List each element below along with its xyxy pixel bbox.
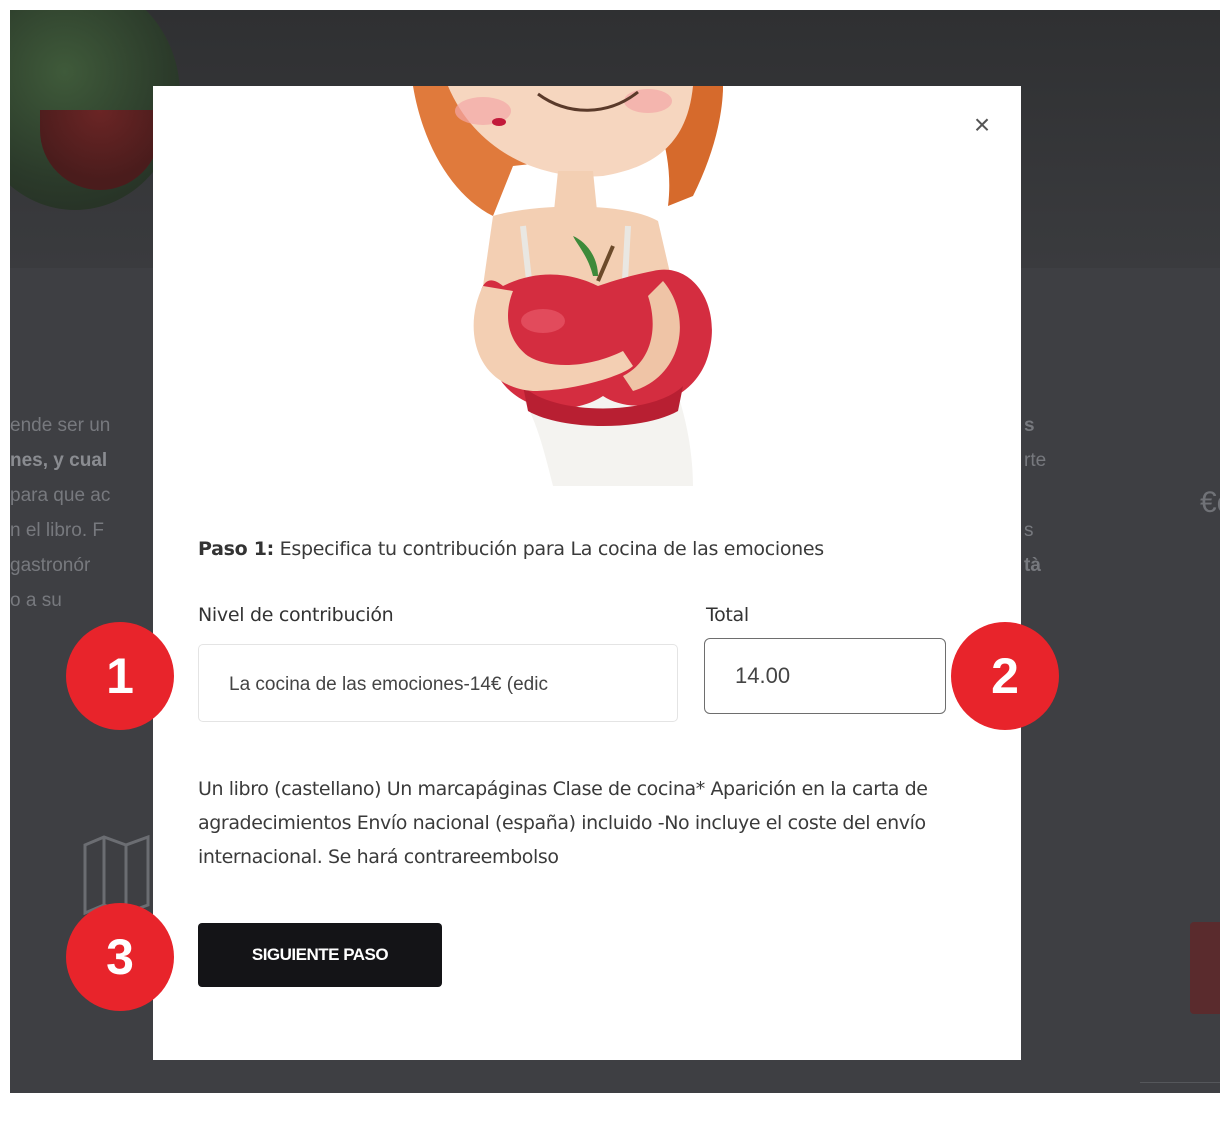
bg-line: s <box>1024 520 1034 541</box>
bg-line: nes, y cual <box>10 450 108 471</box>
contribution-level-select[interactable]: La cocina de las emociones-14€ (edic <box>198 644 678 722</box>
background-red-button <box>1190 922 1220 1014</box>
bg-line: para que ac <box>10 485 111 506</box>
annotation-badge-2: 2 <box>951 622 1059 730</box>
contribution-level-label: Nivel de contribución <box>198 604 394 626</box>
reward-description: Un libro (castellano) Un marcapáginas Cl… <box>198 778 928 868</box>
background-price: €c <box>1200 486 1220 519</box>
bg-line: rte <box>1024 450 1047 471</box>
step-text: Especifica tu contribución para <box>273 538 571 560</box>
total-amount-input[interactable] <box>704 638 946 714</box>
bg-line: s <box>1024 415 1035 436</box>
step-label: Paso 1: <box>198 538 274 560</box>
total-label: Total <box>706 604 749 626</box>
close-icon[interactable]: × <box>967 110 997 140</box>
background-text-left: ende ser un nes, y cual para que ac n el… <box>10 408 160 618</box>
girl-with-apple-illustration <box>413 86 723 486</box>
annotation-badge-3: 3 <box>66 903 174 1011</box>
contribution-modal: × Paso 1: Especifica tu contribución par… <box>153 86 1021 1060</box>
bg-line: gastronór <box>10 555 91 576</box>
bg-line: o a su <box>10 590 62 611</box>
background-text-right: s rte s tà <box>1024 408 1046 583</box>
divider <box>1140 1082 1220 1083</box>
bg-line: ende ser un <box>10 415 111 436</box>
contribution-level-value: La cocina de las emociones-14€ (edic <box>229 674 548 695</box>
project-name: La cocina de las emociones <box>570 538 824 560</box>
bg-line: tà <box>1024 555 1041 576</box>
bg-line: n el libro. F <box>10 520 104 541</box>
annotation-badge-1: 1 <box>66 622 174 730</box>
next-step-button[interactable]: SIGUIENTE PASO <box>198 923 442 987</box>
bg-line <box>1024 478 1046 513</box>
step-instruction: Paso 1: Especifica tu contribución para … <box>198 538 824 560</box>
